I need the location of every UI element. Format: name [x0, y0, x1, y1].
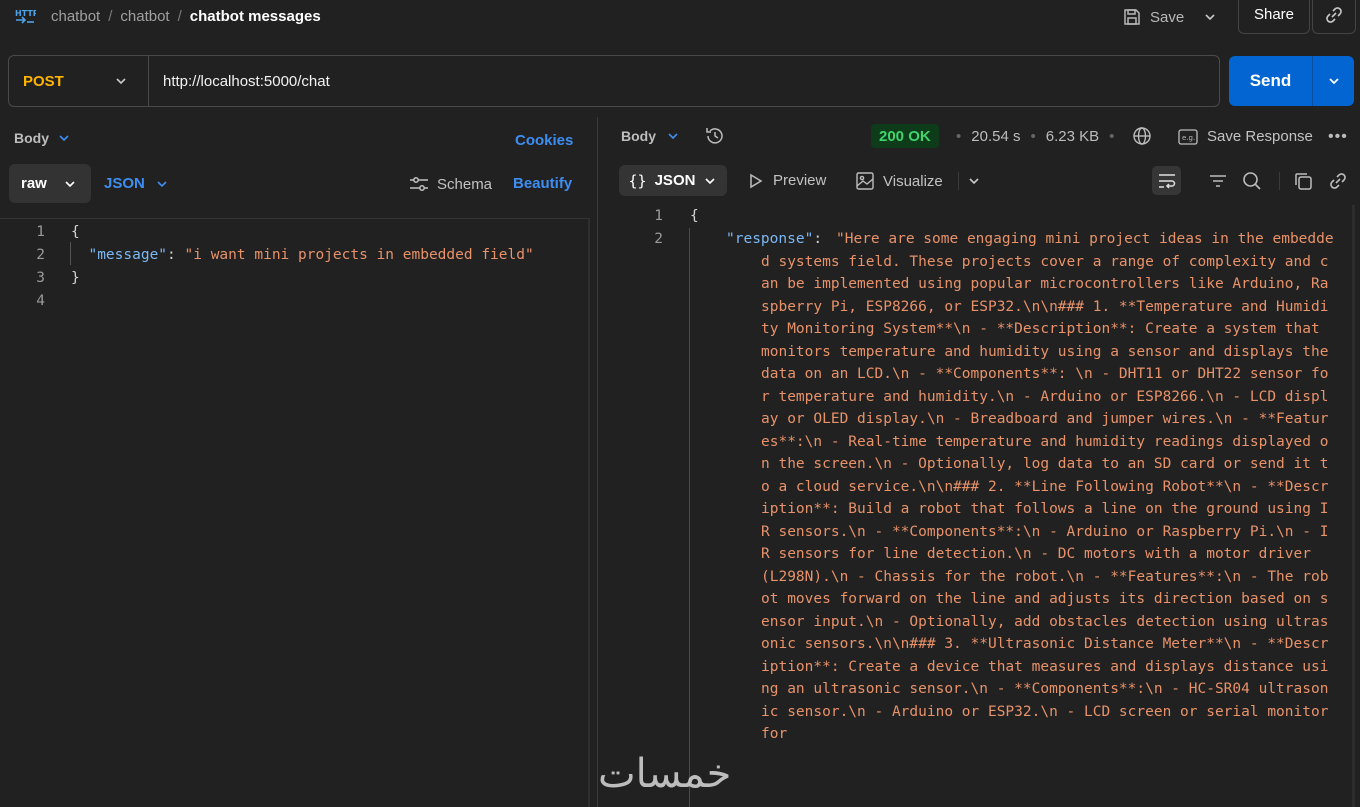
- line-number: 1: [654, 208, 663, 224]
- request-body-editor[interactable]: 1 { 2 "message": "i want mini projects i…: [0, 220, 590, 312]
- link-icon: [1326, 6, 1342, 23]
- line-number: 2: [654, 230, 663, 247]
- svg-text:HTTP: HTTP: [15, 9, 36, 18]
- send-options-button[interactable]: [1313, 56, 1354, 106]
- http-request-icon: HTTP: [14, 6, 36, 26]
- line-number: 2: [36, 246, 45, 263]
- indent-guide: [70, 242, 71, 265]
- status-badge: 200 OK: [871, 124, 939, 148]
- preview-tab[interactable]: Preview: [749, 172, 826, 189]
- play-icon: [750, 173, 763, 188]
- response-format-select[interactable]: {} JSON: [619, 165, 727, 196]
- json-value: "i want mini projects in embedded field": [184, 246, 534, 263]
- save-label: Save: [1150, 8, 1185, 26]
- line-number: 1: [36, 223, 45, 240]
- preview-label: Preview: [773, 172, 827, 189]
- breadcrumb-item[interactable]: chatbot: [51, 8, 100, 25]
- image-icon: [856, 172, 874, 190]
- globe-icon[interactable]: [1131, 125, 1153, 147]
- visualize-tab[interactable]: Visualize: [856, 172, 943, 190]
- save-button[interactable]: Save: [1122, 4, 1184, 30]
- toolbar-divider: [1279, 172, 1280, 190]
- beautify-button[interactable]: Beautify: [513, 175, 572, 192]
- share-button[interactable]: Share: [1238, 0, 1310, 34]
- visualize-label: Visualize: [883, 172, 943, 190]
- link-icon[interactable]: [1327, 170, 1349, 192]
- code-line: 4: [0, 289, 590, 312]
- filter-icon[interactable]: [1207, 170, 1229, 192]
- response-size[interactable]: 6.23 KB: [1046, 128, 1099, 145]
- chevron-down-icon: [969, 178, 979, 185]
- url-input[interactable]: http://localhost:5000/chat: [149, 73, 330, 90]
- json-value: "Here are some engaging mini project ide…: [761, 231, 1338, 742]
- chevron-down-icon: [59, 135, 69, 142]
- code-text: "message": "i want mini projects in embe…: [45, 246, 534, 263]
- divider: [0, 218, 590, 219]
- code-text: }: [71, 269, 80, 286]
- svg-text:e.g.: e.g.: [1182, 134, 1195, 142]
- chevron-down-icon: [1205, 14, 1215, 21]
- method-select[interactable]: POST: [9, 56, 149, 106]
- line-number: 3: [36, 269, 45, 286]
- chevron-down-icon: [157, 180, 167, 187]
- response-body-label: Body: [621, 128, 656, 144]
- format-label: JSON: [104, 175, 145, 192]
- visualize-options-button[interactable]: [958, 172, 981, 190]
- wrap-lines-button[interactable]: [1152, 166, 1181, 195]
- schema-button[interactable]: Schema: [408, 175, 492, 193]
- request-body-tab[interactable]: Body: [14, 130, 71, 146]
- format-select[interactable]: JSON: [104, 175, 169, 192]
- send-button[interactable]: Send: [1229, 56, 1313, 106]
- braces-icon: {}: [628, 171, 647, 190]
- json-colon: :: [167, 246, 185, 263]
- sliders-icon: [410, 177, 428, 191]
- response-meta: • 20.54 s • 6.23 KB •: [956, 128, 1115, 145]
- response-format-label: JSON: [654, 172, 696, 189]
- save-response-button[interactable]: e.g. Save Response: [1178, 128, 1313, 145]
- chevron-down-icon: [668, 133, 678, 140]
- save-icon: [1122, 7, 1142, 27]
- body-type-select[interactable]: raw: [9, 164, 91, 203]
- breadcrumb: chatbot / chatbot / chatbot messages: [51, 8, 321, 25]
- scrollbar[interactable]: [1352, 205, 1355, 807]
- schema-label: Schema: [437, 175, 493, 193]
- wrap-lines-icon: [1158, 173, 1175, 189]
- top-bar: HTTP chatbot / chatbot / chatbot message…: [0, 0, 1360, 34]
- search-icon[interactable]: [1241, 170, 1263, 192]
- watermark-logo: خمسات: [598, 751, 732, 797]
- json-key: "message": [88, 246, 168, 263]
- chevron-down-icon: [1328, 78, 1339, 85]
- save-response-label: Save Response: [1207, 128, 1313, 145]
- panel-divider[interactable]: [597, 117, 598, 807]
- more-options-icon[interactable]: •••: [1328, 128, 1348, 146]
- line-number: 4: [36, 292, 45, 309]
- response-time[interactable]: 20.54 s: [971, 128, 1020, 145]
- code-line: 1 {: [0, 220, 590, 243]
- code-line: 3 }: [0, 266, 590, 289]
- indent-guide: [689, 228, 690, 807]
- chevron-down-icon: [116, 78, 126, 85]
- code-line: 1 {: [599, 205, 1359, 228]
- body-type-label: raw: [21, 175, 47, 192]
- copy-link-button[interactable]: [1312, 0, 1356, 34]
- method-label: POST: [23, 72, 64, 90]
- save-options-button[interactable]: [1198, 6, 1222, 28]
- cookies-link[interactable]: Cookies: [515, 132, 573, 149]
- copy-icon[interactable]: [1292, 170, 1314, 192]
- example-icon: e.g.: [1178, 128, 1198, 145]
- body-tab-label: Body: [14, 130, 49, 146]
- history-icon[interactable]: [704, 125, 726, 147]
- page-title[interactable]: chatbot messages: [190, 8, 321, 25]
- code-text: {: [71, 223, 80, 240]
- code-text: {: [690, 208, 699, 224]
- request-bar: POST http://localhost:5000/chat: [8, 55, 1220, 107]
- chevron-down-icon: [65, 180, 75, 187]
- code-line: 2 "message": "i want mini projects in em…: [0, 243, 590, 266]
- response-body-tab[interactable]: Body: [621, 128, 680, 144]
- chevron-down-icon: [705, 177, 716, 184]
- send-button-group: Send: [1229, 56, 1354, 106]
- breadcrumb-item[interactable]: chatbot: [120, 8, 169, 25]
